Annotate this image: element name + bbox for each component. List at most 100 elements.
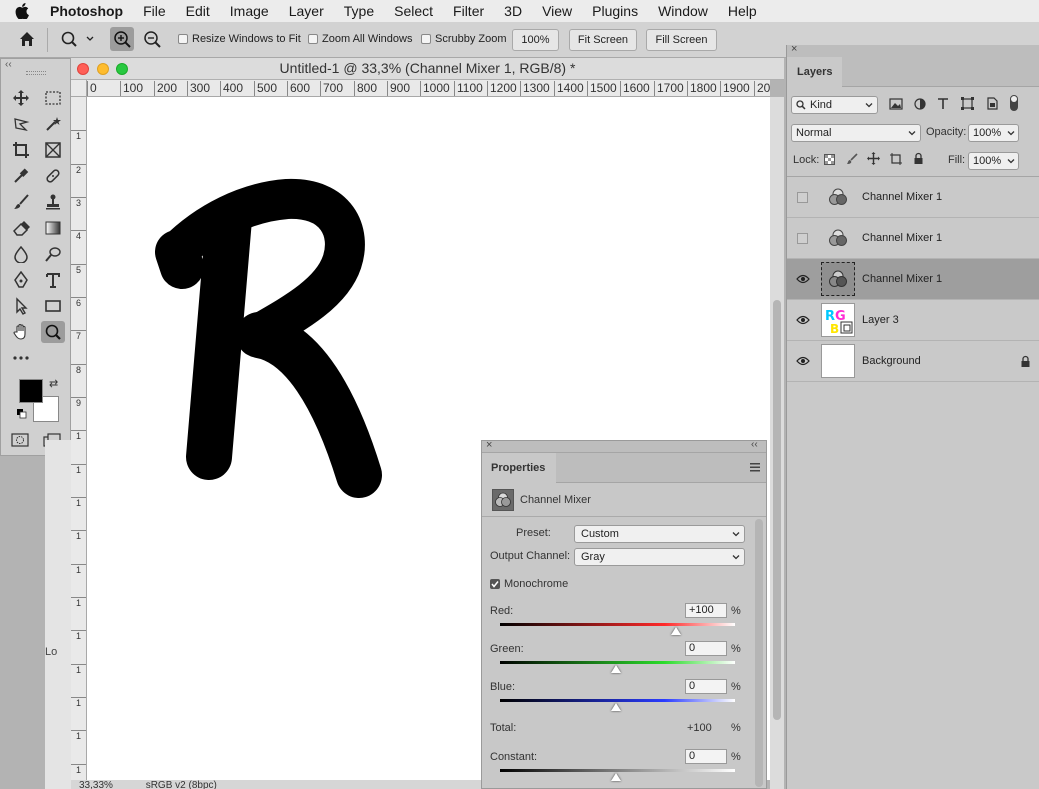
lasso-tool-icon[interactable] bbox=[9, 113, 33, 135]
brush-tool-icon[interactable] bbox=[9, 191, 33, 213]
green-value-input[interactable]: 0 bbox=[685, 641, 727, 656]
output-channel-select[interactable]: Gray bbox=[574, 548, 745, 566]
pen-tool-icon[interactable] bbox=[9, 269, 33, 291]
status-zoom[interactable]: 33,33% bbox=[79, 780, 113, 789]
layer-row-channel-mixer-1b[interactable]: Channel Mixer 1 bbox=[787, 218, 1039, 259]
red-value-input[interactable]: +100 bbox=[685, 603, 727, 618]
healing-brush-tool-icon[interactable] bbox=[41, 165, 65, 187]
zoom-all-windows-checkbox[interactable]: Zoom All Windows bbox=[308, 33, 412, 45]
fill-screen-button[interactable]: Fill Screen bbox=[646, 29, 717, 51]
zoom-in-icon[interactable] bbox=[110, 27, 134, 51]
ruler-origin[interactable] bbox=[71, 80, 87, 97]
menu-plugins[interactable]: Plugins bbox=[582, 3, 648, 19]
menu-window[interactable]: Window bbox=[648, 3, 718, 19]
close-panel-icon[interactable]: × bbox=[791, 43, 797, 55]
close-panel-icon[interactable]: × bbox=[486, 439, 492, 451]
hand-tool-icon[interactable] bbox=[9, 321, 33, 343]
menu-select[interactable]: Select bbox=[384, 3, 443, 19]
eye-icon[interactable] bbox=[796, 356, 810, 366]
apple-icon[interactable] bbox=[0, 3, 44, 19]
type-tool-icon[interactable] bbox=[41, 269, 65, 291]
zoom-100-button[interactable]: 100% bbox=[512, 29, 559, 51]
more-tools-icon[interactable] bbox=[9, 347, 33, 369]
green-slider-track[interactable] bbox=[500, 661, 735, 664]
layer-row-layer-3[interactable]: R G B Layer 3 bbox=[787, 300, 1039, 341]
opacity-input[interactable]: 100% bbox=[968, 124, 1019, 142]
filter-type-icon[interactable] bbox=[937, 97, 949, 110]
stamp-tool-icon[interactable] bbox=[41, 191, 65, 213]
lock-position-icon[interactable] bbox=[867, 152, 880, 165]
ruler-horizontal[interactable]: 0 100 200 300 400 500 600 700 800 900 10… bbox=[87, 80, 770, 97]
panel-menu-icon[interactable] bbox=[750, 463, 760, 472]
menu-type[interactable]: Type bbox=[334, 3, 384, 19]
home-icon[interactable] bbox=[18, 30, 36, 48]
blue-slider-track[interactable] bbox=[500, 699, 735, 702]
menu-filter[interactable]: Filter bbox=[443, 3, 494, 19]
constant-slider-thumb[interactable] bbox=[611, 773, 621, 781]
layer-row-channel-mixer-1c[interactable]: Channel Mixer 1 bbox=[787, 259, 1039, 300]
tab-properties[interactable]: Properties bbox=[482, 453, 556, 483]
filter-kind-select[interactable]: Kind bbox=[791, 96, 878, 114]
fit-screen-button[interactable]: Fit Screen bbox=[569, 29, 637, 51]
blend-mode-select[interactable]: Normal bbox=[791, 124, 921, 142]
crop-tool-icon[interactable] bbox=[9, 139, 33, 161]
filter-toggle-switch[interactable] bbox=[1010, 95, 1018, 111]
lock-transparent-icon[interactable] bbox=[824, 154, 835, 165]
menu-help[interactable]: Help bbox=[718, 3, 767, 19]
zoom-out-icon[interactable] bbox=[140, 27, 164, 51]
menu-layer[interactable]: Layer bbox=[279, 3, 334, 19]
constant-slider-track[interactable] bbox=[500, 769, 735, 772]
filter-pixel-icon[interactable] bbox=[889, 98, 903, 110]
dodge-tool-icon[interactable] bbox=[41, 243, 65, 265]
layer-row-background[interactable]: Background bbox=[787, 341, 1039, 382]
lock-pixels-icon[interactable] bbox=[846, 153, 858, 165]
layer-row-channel-mixer-1a[interactable]: Channel Mixer 1 bbox=[787, 177, 1039, 218]
lock-all-icon[interactable] bbox=[913, 152, 924, 165]
gradient-tool-icon[interactable] bbox=[41, 217, 65, 239]
move-tool-icon[interactable] bbox=[9, 87, 33, 109]
menu-3d[interactable]: 3D bbox=[494, 3, 532, 19]
eyedropper-tool-icon[interactable] bbox=[9, 165, 33, 187]
resize-windows-checkbox[interactable]: Resize Windows to Fit bbox=[178, 33, 301, 45]
green-slider-thumb[interactable] bbox=[611, 665, 621, 673]
collapse-panel-icon[interactable]: ‹‹ bbox=[751, 439, 758, 450]
frame-tool-icon[interactable] bbox=[41, 139, 65, 161]
scrubby-zoom-checkbox[interactable]: Scrubby Zoom bbox=[421, 33, 507, 45]
menu-image[interactable]: Image bbox=[220, 3, 279, 19]
filter-adjustment-icon[interactable] bbox=[914, 98, 926, 110]
menu-view[interactable]: View bbox=[532, 3, 582, 19]
zoom-tool-preset-icon[interactable] bbox=[60, 30, 96, 48]
rectangle-tool-icon[interactable] bbox=[41, 295, 65, 317]
red-slider-thumb[interactable] bbox=[671, 627, 681, 635]
properties-scrollbar[interactable] bbox=[755, 519, 763, 787]
swap-colors-icon[interactable]: ⇄ bbox=[49, 377, 58, 390]
zoom-tool-icon[interactable] bbox=[41, 321, 65, 343]
eraser-tool-icon[interactable] bbox=[9, 217, 33, 239]
tab-layers[interactable]: Layers bbox=[787, 57, 842, 87]
fill-input[interactable]: 100% bbox=[968, 152, 1019, 170]
blue-slider-thumb[interactable] bbox=[611, 703, 621, 711]
path-selection-tool-icon[interactable] bbox=[9, 295, 33, 317]
default-colors-icon[interactable] bbox=[17, 409, 27, 419]
marquee-tool-icon[interactable] bbox=[41, 87, 65, 109]
magic-wand-tool-icon[interactable] bbox=[41, 113, 65, 135]
blur-tool-icon[interactable] bbox=[9, 243, 33, 265]
lock-artboard-icon[interactable] bbox=[890, 153, 902, 165]
red-slider-track[interactable] bbox=[500, 623, 735, 626]
collapse-icon[interactable]: ‹‹ bbox=[5, 59, 12, 70]
menu-file[interactable]: File bbox=[133, 3, 176, 19]
grip-icon[interactable] bbox=[26, 71, 46, 75]
constant-value-input[interactable]: 0 bbox=[685, 749, 727, 764]
monochrome-checkbox[interactable] bbox=[490, 579, 500, 589]
scrollbar-thumb[interactable] bbox=[773, 300, 781, 720]
visibility-off-box[interactable] bbox=[797, 192, 808, 203]
preset-select[interactable]: Custom bbox=[574, 525, 745, 543]
quick-mask-icon[interactable] bbox=[11, 433, 29, 447]
menu-app-name[interactable]: Photoshop bbox=[44, 3, 133, 19]
menu-edit[interactable]: Edit bbox=[176, 3, 220, 19]
visibility-off-box[interactable] bbox=[797, 233, 808, 244]
eye-icon[interactable] bbox=[796, 315, 810, 325]
eye-icon[interactable] bbox=[796, 274, 810, 284]
filter-shape-icon[interactable] bbox=[961, 97, 974, 110]
ruler-vertical[interactable]: 1 2 3 4 5 6 7 8 9 1 1 1 1 1 1 1 1 1 1 1 bbox=[71, 97, 87, 789]
